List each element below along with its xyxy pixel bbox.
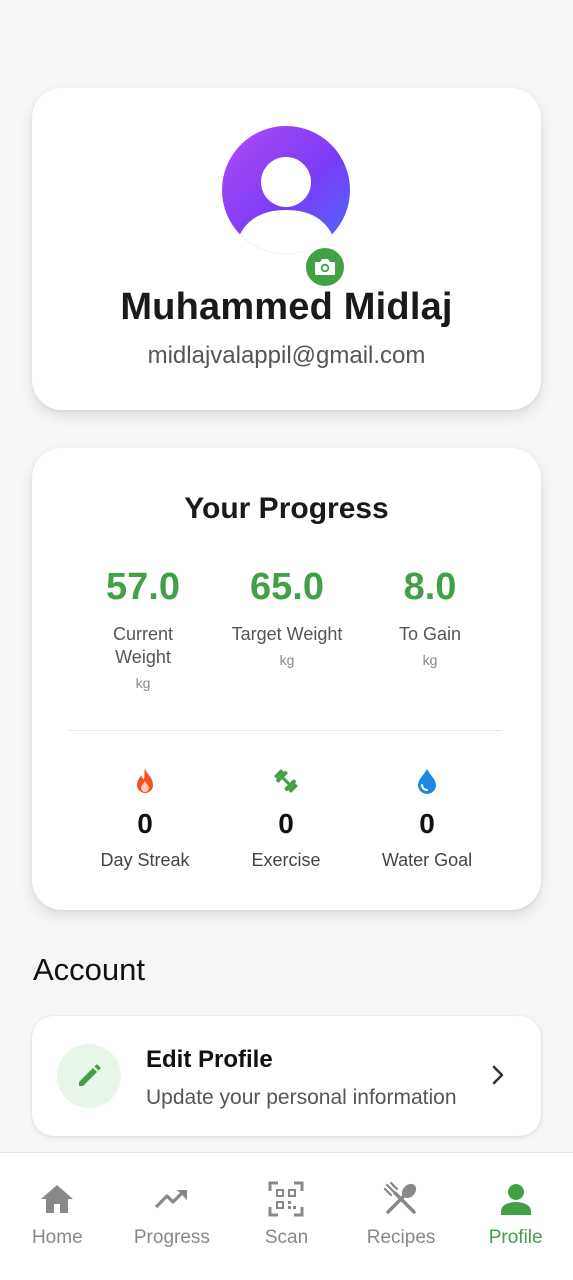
metric-unit: kg — [279, 652, 295, 668]
nav-progress[interactable]: Progress — [115, 1153, 230, 1280]
profile-email: midlajvalappil@gmail.com — [147, 342, 426, 369]
metric-value: 65.0 — [250, 566, 324, 608]
metric-label: To Gain — [398, 624, 462, 644]
nav-scan[interactable]: Scan — [229, 1153, 344, 1280]
chevron-right-icon — [491, 1064, 505, 1091]
utensils-icon — [383, 1181, 417, 1214]
trending-up-icon — [154, 1189, 187, 1209]
qr-scan-icon — [268, 1181, 304, 1217]
metric-to-gain: 8.0 To Gain kg — [355, 566, 505, 668]
change-photo-button[interactable] — [302, 244, 348, 290]
profile-name: Muhammed Midlaj — [120, 286, 453, 328]
water-drop-icon — [418, 769, 436, 794]
nav-label: Profile — [488, 1227, 543, 1248]
bottom-navigation: Home Progress Scan Recipes Profile — [0, 1152, 573, 1280]
stat-label: Day Streak — [100, 850, 190, 870]
edit-profile-subtitle: Update your personal information — [146, 1086, 457, 1109]
avatar[interactable] — [222, 126, 350, 254]
metric-label: Target Weight — [231, 624, 343, 644]
profile-card: Muhammed Midlaj midlajvalappil@gmail.com — [32, 88, 541, 410]
stat-label: Exercise — [251, 850, 321, 870]
nav-label: Progress — [133, 1227, 210, 1248]
divider — [69, 730, 502, 731]
edit-icon-circle — [57, 1044, 121, 1108]
stat-value: 0 — [137, 808, 153, 839]
nav-label: Scan — [264, 1227, 309, 1248]
nav-recipes[interactable]: Recipes — [344, 1153, 459, 1280]
metric-value: 8.0 — [403, 566, 457, 608]
nav-home[interactable]: Home — [0, 1153, 115, 1280]
dumbbell-icon — [274, 769, 298, 793]
metric-target-weight: 65.0 Target Weight kg — [212, 566, 362, 668]
stat-exercise: 0 Exercise — [211, 764, 361, 871]
metric-label: Current Weight — [112, 624, 174, 667]
stat-label: Water Goal — [381, 850, 473, 870]
metric-current-weight: 57.0 Current Weight kg — [68, 566, 218, 691]
stat-day-streak: 0 Day Streak — [70, 764, 220, 871]
account-section-title: Account — [33, 952, 146, 987]
progress-card: Your Progress 57.0 Current Weight kg 65.… — [32, 448, 541, 910]
metric-unit: kg — [135, 675, 151, 691]
metric-value: 57.0 — [106, 566, 180, 608]
edit-profile-title: Edit Profile — [146, 1046, 273, 1073]
nav-label: Home — [31, 1227, 83, 1248]
fire-icon — [137, 768, 153, 793]
stat-value: 0 — [278, 808, 294, 839]
stat-water-goal: 0 Water Goal — [352, 764, 502, 871]
person-icon — [500, 1184, 531, 1215]
metric-unit: kg — [422, 652, 438, 668]
person-silhouette-icon — [236, 157, 336, 254]
pencil-icon — [79, 1064, 101, 1086]
edit-profile-item[interactable]: Edit Profile Update your personal inform… — [32, 1016, 541, 1136]
profile-screen: Muhammed Midlaj midlajvalappil@gmail.com… — [0, 0, 573, 1280]
camera-icon — [315, 259, 335, 275]
stat-value: 0 — [419, 808, 435, 839]
nav-profile[interactable]: Profile — [458, 1153, 573, 1280]
home-icon — [41, 1185, 74, 1213]
avatar-wrap[interactable] — [222, 126, 352, 290]
progress-title: Your Progress — [184, 492, 389, 525]
nav-label: Recipes — [366, 1227, 436, 1248]
